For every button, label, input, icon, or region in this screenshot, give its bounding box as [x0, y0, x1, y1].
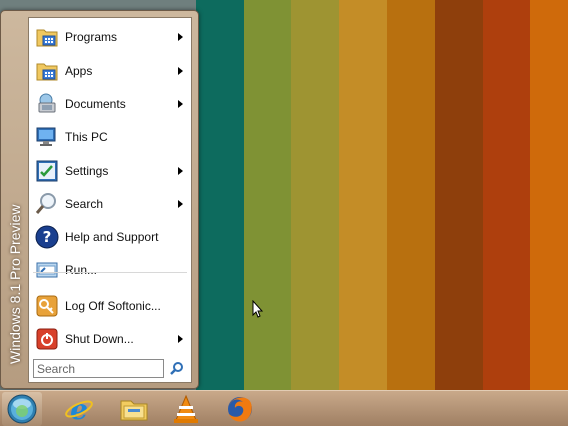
start-menu-panel: Programs Apps Documents This PC Settings… — [28, 17, 192, 383]
start-orb-icon — [7, 394, 37, 424]
search-icon[interactable] — [169, 361, 185, 377]
wallpaper-stripe — [243, 0, 292, 390]
menu-item-label: Log Off Softonic... — [65, 298, 161, 313]
run-icon — [35, 258, 59, 282]
wallpaper-stripe — [434, 0, 483, 390]
submenu-arrow-icon — [178, 99, 183, 108]
submenu-arrow-icon — [178, 334, 183, 343]
wallpaper-stripe — [530, 0, 568, 390]
taskbar: e — [0, 390, 568, 426]
computer-icon — [35, 125, 59, 149]
start-menu-side-banner: Windows 8.1 Pro Preview — [1, 11, 28, 390]
menu-item-label: Shut Down... — [65, 331, 134, 346]
svg-text:?: ? — [43, 228, 52, 246]
shutdown-icon — [35, 327, 59, 351]
menu-item-label: Search — [65, 196, 104, 211]
wallpaper-stripe — [339, 0, 387, 390]
taskbar-file-explorer[interactable] — [112, 393, 156, 425]
firefox-icon — [228, 397, 252, 422]
documents-icon — [35, 92, 59, 116]
internet-explorer-icon: e — [65, 394, 93, 424]
wallpaper-stripe — [291, 0, 340, 390]
side-banner-title: Windows 8.1 Pro Preview — [7, 204, 23, 364]
settings-icon — [35, 159, 59, 183]
menu-item-label: Help and Support — [65, 229, 159, 244]
menu-item-documents[interactable]: Documents — [29, 87, 191, 120]
menu-separator — [33, 272, 187, 273]
start-menu: Windows 8.1 Pro Preview Programs Apps Do… — [0, 10, 199, 389]
menu-item-help-and-support[interactable]: ? Help and Support — [29, 220, 191, 253]
menu-item-label: Settings — [65, 163, 109, 178]
wallpaper-stripe — [386, 0, 435, 390]
search-magnifier-icon — [35, 192, 59, 216]
menu-item-settings[interactable]: Settings — [29, 154, 191, 187]
submenu-arrow-icon — [178, 66, 183, 75]
log-off-icon — [35, 294, 59, 318]
vlc-icon — [174, 394, 198, 423]
menu-item-label: Programs — [65, 29, 118, 44]
svg-text:e: e — [70, 394, 88, 424]
menu-item-programs[interactable]: Programs — [29, 20, 191, 53]
apps-folder-icon — [35, 59, 59, 83]
submenu-arrow-icon — [178, 32, 183, 41]
taskbar-firefox[interactable] — [218, 393, 262, 425]
file-explorer-icon — [120, 400, 148, 421]
mouse-cursor-icon — [252, 300, 264, 318]
menu-item-this-pc[interactable]: This PC — [29, 120, 191, 153]
menu-item-label: Run... — [65, 262, 98, 277]
submenu-arrow-icon — [178, 166, 183, 175]
menu-item-apps[interactable]: Apps — [29, 54, 191, 87]
wallpaper-stripe — [482, 0, 531, 390]
menu-item-search[interactable]: Search — [29, 187, 191, 220]
programs-folder-icon — [35, 25, 59, 49]
start-button[interactable] — [2, 392, 42, 426]
menu-item-log-off[interactable]: Log Off Softonic... — [29, 289, 191, 322]
menu-item-run[interactable]: Run... — [29, 253, 191, 286]
help-icon: ? — [35, 225, 59, 249]
menu-item-label: This PC — [65, 129, 108, 144]
menu-item-shut-down[interactable]: Shut Down... — [29, 322, 191, 355]
menu-item-label: Apps — [65, 63, 93, 78]
submenu-arrow-icon — [178, 199, 183, 208]
menu-item-label: Documents — [65, 96, 126, 111]
start-search-input[interactable] — [33, 359, 164, 378]
taskbar-internet-explorer[interactable]: e — [57, 393, 101, 425]
taskbar-vlc[interactable] — [164, 393, 208, 425]
wallpaper-stripe — [195, 0, 244, 390]
